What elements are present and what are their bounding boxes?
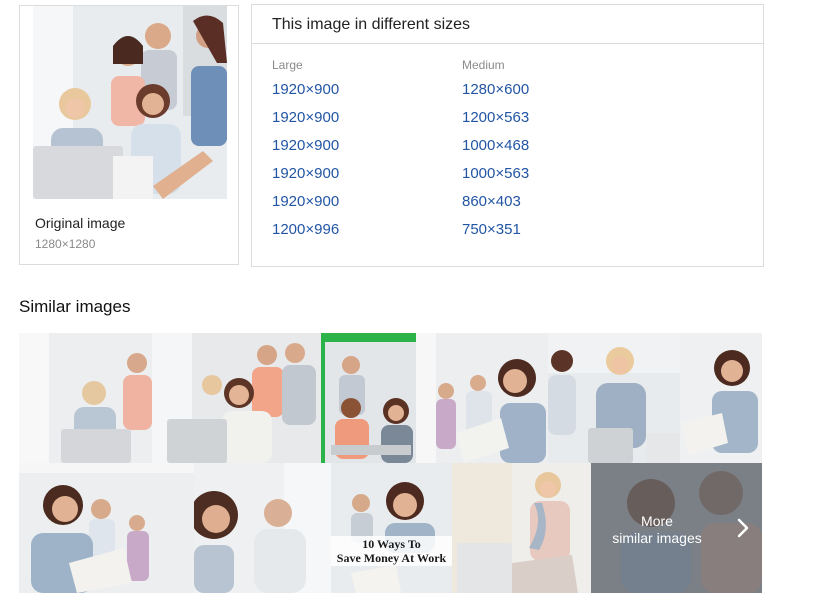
size-link[interactable]: 1200×563 xyxy=(462,107,529,135)
size-link[interactable]: 1280×600 xyxy=(462,79,529,107)
image-sizes-card: This image in different sizes Large 1920… xyxy=(251,4,764,267)
similar-image-thumbnail[interactable] xyxy=(548,333,680,463)
size-link[interactable]: 1000×563 xyxy=(462,163,529,191)
similar-image-thumbnail[interactable] xyxy=(452,463,591,593)
original-image-thumbnail[interactable] xyxy=(33,6,227,199)
size-link[interactable]: 1200×996 xyxy=(272,219,339,247)
image-sizes-title: This image in different sizes xyxy=(272,16,471,33)
similar-image-thumbnail[interactable] xyxy=(194,463,331,593)
size-link[interactable]: 1920×900 xyxy=(272,79,339,107)
original-image-dimensions: 1280×1280 xyxy=(35,237,96,251)
more-similar-images-button[interactable]: More similar images xyxy=(591,463,762,593)
more-label-line2: similar images xyxy=(612,530,702,546)
overlay-caption-line1: 10 Ways To xyxy=(362,537,421,551)
more-similar-images-label: More similar images xyxy=(591,513,723,547)
image-sizes-divider xyxy=(252,43,763,44)
medium-sizes-column: Medium 1280×600 1200×563 1000×468 1000×5… xyxy=(462,57,529,247)
size-link[interactable]: 750×351 xyxy=(462,219,529,247)
similar-image-thumbnail[interactable] xyxy=(19,463,194,593)
similar-images-title: Similar images xyxy=(19,297,131,316)
original-image-photo xyxy=(33,6,227,199)
medium-sizes-header: Medium xyxy=(462,58,505,72)
similar-image-thumbnail[interactable] xyxy=(321,333,416,463)
size-link[interactable]: 1920×900 xyxy=(272,107,339,135)
large-sizes-header: Large xyxy=(272,58,303,72)
size-link[interactable]: 1920×900 xyxy=(272,135,339,163)
size-link[interactable]: 1920×900 xyxy=(272,163,339,191)
similar-image-thumbnail[interactable] xyxy=(152,333,321,463)
original-image-label: Original image xyxy=(35,215,126,231)
size-link[interactable]: 1000×468 xyxy=(462,135,529,163)
original-image-card: Original image 1280×1280 xyxy=(19,5,239,265)
page: Original image 1280×1280 This image in d… xyxy=(0,0,828,611)
similar-image-thumbnail[interactable]: 10 Ways To Save Money At Work xyxy=(331,463,452,593)
size-link[interactable]: 860×403 xyxy=(462,191,529,219)
overlay-caption-line2: Save Money At Work xyxy=(336,551,447,565)
similar-image-thumbnail[interactable] xyxy=(416,333,548,463)
similar-image-thumbnail[interactable] xyxy=(19,333,152,463)
size-link[interactable]: 1920×900 xyxy=(272,191,339,219)
large-sizes-column: Large 1920×900 1920×900 1920×900 1920×90… xyxy=(272,57,339,247)
chevron-right-icon xyxy=(737,518,749,538)
similar-image-thumbnail[interactable] xyxy=(680,333,762,463)
more-label-line1: More xyxy=(641,513,673,529)
